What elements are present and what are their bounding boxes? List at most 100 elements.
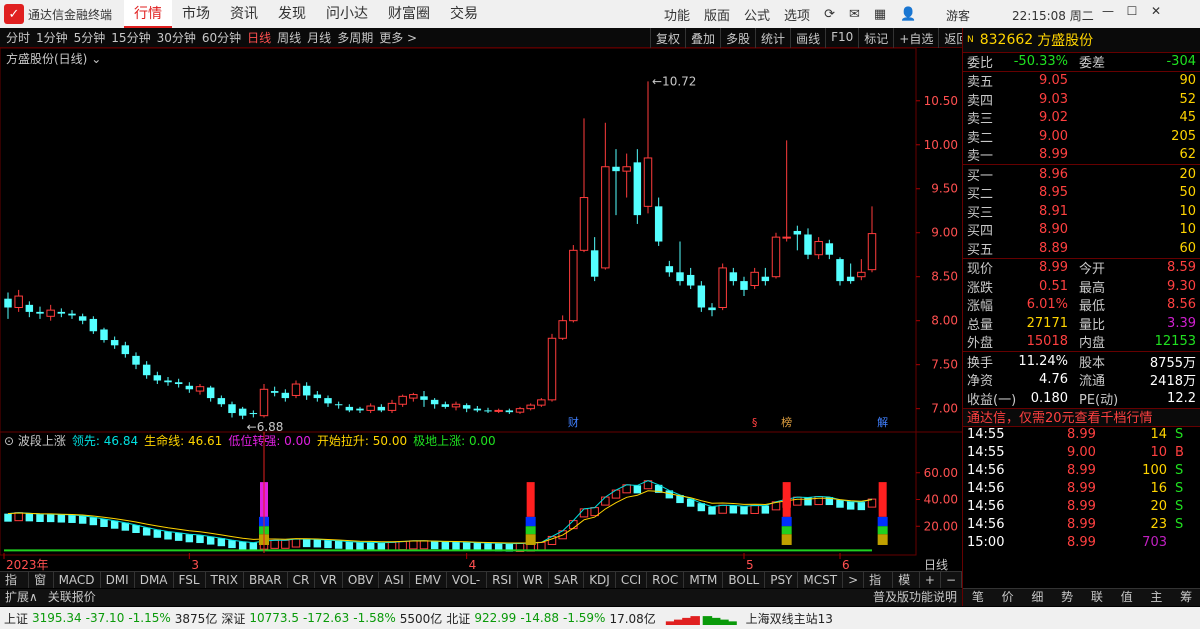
candle[interactable]: [825, 239, 834, 260]
indicator-tab-15[interactable]: WR: [518, 572, 549, 588]
candle[interactable]: [345, 404, 354, 413]
event-marker[interactable]: 解: [877, 415, 888, 429]
candle[interactable]: [4, 292, 12, 319]
nav-tab-6[interactable]: 交易: [440, 0, 488, 28]
candle[interactable]: [686, 267, 695, 290]
chart-tool-5[interactable]: F10: [825, 28, 858, 48]
candle[interactable]: [174, 378, 183, 388]
indicator-tab-3[interactable]: DMI: [101, 572, 135, 588]
period-tab-9[interactable]: 多周期: [337, 29, 373, 46]
bid-row-2[interactable]: 买三 8.91 10: [963, 202, 1200, 221]
candle[interactable]: [46, 304, 55, 321]
signal-column[interactable]: [877, 482, 888, 545]
candle[interactable]: [547, 333, 557, 402]
close-icon[interactable]: ✕: [1144, 4, 1168, 18]
indicator-tab-14[interactable]: RSI: [487, 572, 518, 588]
candle[interactable]: [579, 118, 589, 253]
candle[interactable]: [836, 257, 844, 286]
candle[interactable]: [793, 225, 802, 251]
candle[interactable]: [270, 386, 279, 397]
indicator-tab-2[interactable]: MACD: [54, 572, 101, 588]
indicator-tab-5[interactable]: FSL: [174, 572, 206, 588]
candle[interactable]: [771, 232, 781, 279]
period-tab-10[interactable]: 更多 >: [379, 29, 417, 46]
indicator-tab-1[interactable]: 窗口: [29, 572, 54, 603]
candle[interactable]: [110, 336, 119, 349]
ask-row-4[interactable]: 卖一 8.99 62: [963, 146, 1200, 164]
candle[interactable]: [665, 260, 674, 277]
candle[interactable]: [697, 281, 706, 312]
candle[interactable]: [164, 376, 172, 386]
bid-row-3[interactable]: 买四 8.90 10: [963, 221, 1200, 239]
indicator-tab-8[interactable]: CR: [288, 572, 316, 588]
candle[interactable]: [601, 122, 610, 270]
quote-tab-7[interactable]: 筹: [1171, 589, 1200, 606]
indicator-tab-24[interactable]: >: [843, 572, 865, 588]
candle[interactable]: [857, 259, 866, 281]
candle[interactable]: [132, 352, 140, 370]
refresh-icon[interactable]: ⟳: [824, 7, 835, 22]
maximize-icon[interactable]: ☐: [1120, 4, 1144, 18]
event-marker[interactable]: 财: [568, 415, 579, 429]
candle[interactable]: [78, 313, 87, 325]
candle[interactable]: [867, 206, 877, 273]
candle[interactable]: [195, 384, 205, 395]
candle[interactable]: [740, 276, 748, 297]
message-icon[interactable]: ✉: [849, 7, 860, 22]
chevron-down-icon[interactable]: ⌄: [91, 52, 101, 66]
candle[interactable]: [462, 403, 471, 413]
chart-tool-6[interactable]: 标记: [858, 28, 893, 48]
candle[interactable]: [398, 394, 407, 407]
grid-icon[interactable]: ▦: [874, 7, 886, 22]
candle[interactable]: [441, 401, 450, 409]
nav-tab-3[interactable]: 发现: [268, 0, 316, 28]
indicator-tab-18[interactable]: CCI: [616, 572, 648, 588]
ask-row-3[interactable]: 卖二 9.00 205: [963, 127, 1200, 146]
candle[interactable]: [676, 241, 684, 286]
indicator-tab-21[interactable]: BOLL: [723, 572, 766, 588]
candle[interactable]: [473, 406, 482, 413]
candle[interactable]: [302, 382, 311, 400]
guest-label[interactable]: 游客: [946, 7, 970, 24]
chart-tool-7[interactable]: +自选: [893, 28, 938, 48]
indicator-tab-17[interactable]: KDJ: [584, 572, 616, 588]
candle[interactable]: [57, 308, 66, 318]
ask-row-1[interactable]: 卖四 9.03 52: [963, 90, 1200, 109]
tool-options[interactable]: 选项: [784, 5, 810, 24]
candle[interactable]: [185, 382, 194, 393]
indicator-tab-23[interactable]: MCST: [798, 572, 844, 588]
event-marker[interactable]: §: [752, 416, 758, 429]
minimize-icon[interactable]: —: [1096, 4, 1120, 18]
nav-tab-4[interactable]: 问小达: [316, 0, 378, 28]
quote-tab-6[interactable]: 主: [1142, 589, 1172, 606]
tool-layout[interactable]: 版面: [704, 5, 730, 24]
candle[interactable]: [804, 228, 812, 260]
indicator-tab-0[interactable]: 指标A: [0, 572, 30, 619]
quote-tab-2[interactable]: 细: [1023, 589, 1053, 606]
period-tab-2[interactable]: 5分钟: [74, 29, 106, 46]
candle[interactable]: [430, 398, 439, 409]
candle[interactable]: [334, 401, 343, 409]
indicator-tab-19[interactable]: ROC: [647, 572, 685, 588]
chart-tool-1[interactable]: 叠加: [685, 28, 720, 48]
candle[interactable]: [238, 406, 247, 420]
candle[interactable]: [89, 316, 98, 334]
indicator-tab-26[interactable]: 模 板: [893, 572, 920, 603]
candle[interactable]: [633, 149, 642, 224]
indicator-tab-6[interactable]: TRIX: [206, 572, 244, 588]
indicator-tab-16[interactable]: SAR: [549, 572, 585, 588]
bid-row-1[interactable]: 买二 8.95 50: [963, 184, 1200, 202]
candle[interactable]: [814, 237, 823, 260]
candle[interactable]: [782, 140, 791, 242]
indicator-tab-22[interactable]: PSY: [765, 572, 799, 588]
candle[interactable]: [708, 303, 716, 317]
candle[interactable]: [451, 401, 461, 411]
candle[interactable]: [291, 380, 301, 399]
indicator-tab-13[interactable]: VOL-TDX: [447, 572, 488, 603]
nav-tab-5[interactable]: 财富圈: [378, 0, 440, 28]
chart-tool-0[interactable]: 复权: [650, 28, 685, 48]
indicator-tab-27[interactable]: +: [920, 572, 941, 588]
candle[interactable]: [25, 301, 34, 318]
candle[interactable]: [505, 408, 514, 414]
candle[interactable]: [249, 410, 258, 418]
